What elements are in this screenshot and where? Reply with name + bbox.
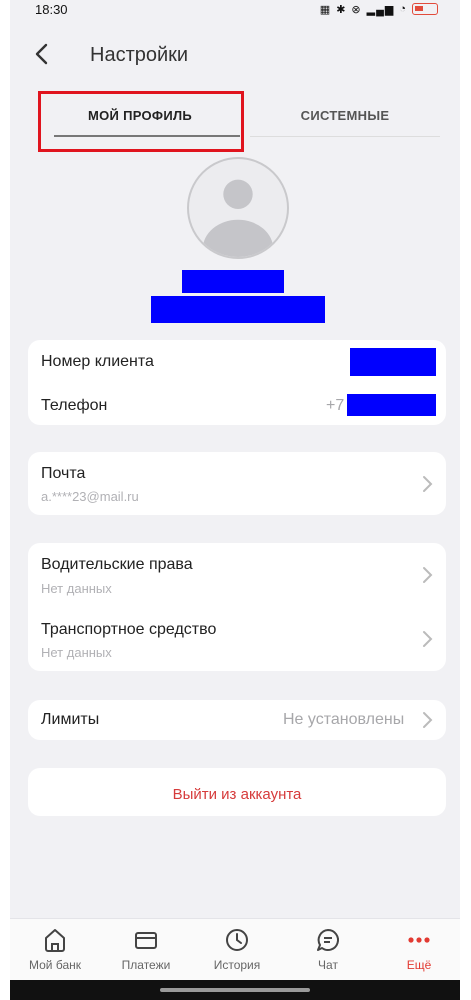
chevron-right-icon: [423, 476, 433, 492]
redacted-phone: [347, 394, 436, 416]
vehicle-label: Транспортное средство: [41, 621, 217, 638]
signal-icon: ▂▄▆: [366, 3, 395, 16]
highlight-frame: [38, 91, 244, 152]
tab-divider: [250, 136, 440, 137]
email-label: Почта: [41, 465, 86, 482]
wallet-icon: [135, 932, 157, 949]
limits-label: Лимиты: [41, 711, 100, 728]
tab-system[interactable]: СИСТЕМНЫЕ: [250, 92, 440, 138]
header: Настройки: [10, 28, 460, 84]
avatar-silhouette: [202, 179, 274, 257]
clock-icon: [226, 929, 248, 951]
bluetooth-icon: ✱: [336, 3, 347, 16]
battery-icon: [412, 3, 438, 15]
nfc-icon: ▦: [319, 3, 332, 16]
nav-item-more[interactable]: Ещё: [379, 925, 459, 972]
page-title: Настройки: [90, 44, 189, 66]
email-value: a.****23@mail.ru: [41, 489, 139, 504]
chevron-right-icon: [423, 567, 433, 583]
nav-label: Платежи: [121, 958, 171, 972]
phone-prefix: +7: [326, 397, 345, 414]
vehicle-value: Нет данных: [41, 645, 112, 660]
chevron-left-icon[interactable]: [30, 42, 54, 66]
system-navigation-bar: [10, 980, 460, 1000]
status-bar: 18:30 ▦ ✱ ⊗ ▂▄▆ ◔: [10, 0, 460, 18]
phone-label: Телефон: [41, 397, 108, 414]
nav-label: Ещё: [406, 958, 432, 972]
user-avatar-icon[interactable]: [187, 157, 289, 259]
limits-card[interactable]: Лимиты Не установлены: [28, 700, 446, 740]
client-info-card: Номер клиента Телефон +7: [28, 340, 446, 425]
bottom-navigation: Мой банк Платежи История Чат Ещё: [10, 918, 460, 980]
logout-label: Выйти из аккаунта: [172, 786, 302, 803]
drivers-license-label: Водительские права: [41, 556, 193, 573]
nav-item-my-bank[interactable]: Мой банк: [15, 925, 95, 972]
chevron-right-icon: [423, 631, 433, 647]
client-number-label: Номер клиента: [41, 353, 154, 370]
alarm-icon: ⊗: [351, 3, 362, 16]
status-icons: ▦ ✱ ⊗ ▂▄▆ ◔: [320, 3, 438, 16]
home-icon: [45, 929, 65, 952]
wifi-icon: ◔: [399, 3, 407, 15]
nav-label: Чат: [318, 958, 338, 972]
redacted-name: [182, 270, 284, 293]
nav-label: История: [213, 958, 261, 972]
drivers-license-row[interactable]: Водительские права Нет данных: [28, 543, 446, 607]
chat-icon: [317, 929, 339, 951]
drivers-license-value: Нет данных: [41, 581, 112, 596]
status-time: 18:30: [35, 1, 68, 17]
nav-label: Мой банк: [29, 958, 81, 972]
documents-card: Водительские права Нет данных Транспортн…: [28, 543, 446, 671]
nav-item-payments[interactable]: Платежи: [106, 925, 186, 972]
chevron-right-icon: [423, 712, 433, 728]
redacted-client-number: [350, 348, 436, 376]
nav-item-history[interactable]: История: [197, 925, 277, 972]
vehicle-row[interactable]: Транспортное средство Нет данных: [28, 607, 446, 671]
email-card[interactable]: Почта a.****23@mail.ru: [28, 452, 446, 515]
nav-item-chat[interactable]: Чат: [288, 925, 368, 972]
phone-screen: 18:30 ▦ ✱ ⊗ ▂▄▆ ◔ Настройки МОЙ ПРОФИЛЬ …: [10, 0, 460, 1000]
logout-button[interactable]: Выйти из аккаунта: [28, 768, 446, 816]
limits-value: Не установлены: [283, 711, 405, 728]
redacted-surname: [151, 296, 325, 323]
more-dots-icon: [408, 937, 430, 943]
